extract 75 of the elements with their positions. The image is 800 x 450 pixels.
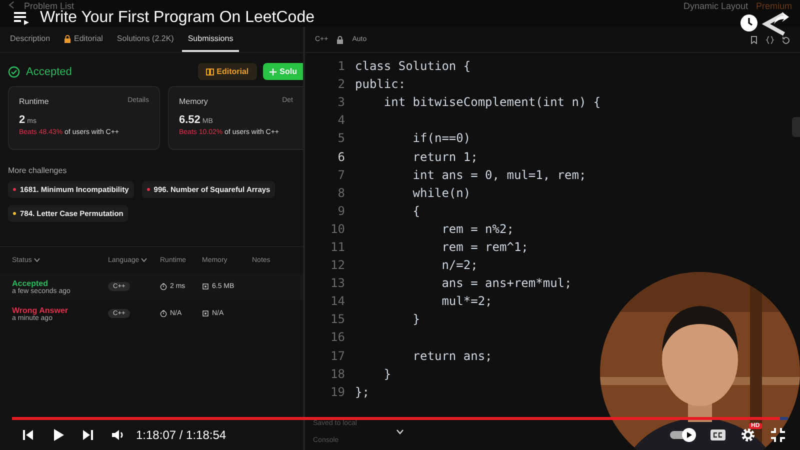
video-time: 1:18:07 / 1:18:54 — [136, 428, 226, 442]
next-icon[interactable] — [80, 427, 96, 443]
previous-icon[interactable] — [20, 427, 36, 443]
line-number: 8 — [336, 186, 345, 200]
line-number: 3 — [336, 95, 345, 110]
clock-icon[interactable] — [740, 14, 758, 32]
line-number: 19 — [330, 384, 345, 399]
line-number: 5 — [336, 131, 345, 146]
line-number: 17 — [330, 348, 345, 363]
code-line: }; — [355, 384, 370, 399]
code-line: rem = rem^1; — [440, 240, 528, 254]
line-number: 11 — [330, 240, 345, 254]
code-line: mul*=2; — [440, 294, 492, 308]
chip-icon — [202, 283, 209, 290]
line-number: 12 — [330, 258, 345, 272]
code-line: { — [412, 204, 420, 218]
line-number: 4 — [336, 113, 345, 128]
code-line: int ans = 0, mul=1, rem; — [412, 168, 586, 182]
panel-handle[interactable] — [792, 117, 800, 137]
submission-status[interactable]: Accepted — [12, 278, 108, 288]
line-number: 15 — [330, 312, 345, 326]
subtitles-icon[interactable] — [710, 429, 726, 441]
code-line: } — [382, 366, 392, 381]
line-number: 7 — [336, 168, 345, 182]
code-line: while(n) — [412, 186, 471, 200]
line-number: 1 — [336, 59, 345, 74]
problem-list-link[interactable]: Problem List — [24, 1, 74, 11]
braces-icon[interactable] — [766, 36, 774, 44]
code-line: if(n==0) — [412, 131, 471, 146]
section-title: More challenges — [8, 166, 68, 175]
stat-title: Runtime — [19, 97, 49, 106]
tab[interactable]: Solutions (2.2K) — [110, 27, 180, 52]
line-number: 13 — [330, 276, 345, 290]
line-number: 6 — [336, 150, 345, 164]
code-line: ans = ans+rem*mul; — [440, 276, 572, 290]
line-number: 16 — [330, 330, 345, 344]
tab[interactable]: Editorial — [58, 27, 109, 52]
tab[interactable]: Submissions — [182, 27, 240, 52]
line-number: 9 — [336, 204, 345, 218]
caret-icon[interactable] — [141, 258, 148, 262]
timer-icon — [160, 310, 167, 317]
submission-status[interactable]: Wrong Answer — [12, 306, 108, 314]
back-icon[interactable] — [8, 1, 16, 9]
reset-icon[interactable] — [782, 36, 790, 44]
caret-icon[interactable] — [34, 258, 40, 262]
tab[interactable]: Description — [4, 27, 56, 52]
settings-icon[interactable] — [740, 427, 756, 443]
bookmark-icon[interactable] — [750, 36, 758, 44]
editorial-button[interactable]: Editorial — [198, 63, 257, 80]
playlist-icon[interactable] — [14, 11, 30, 25]
line-number: 2 — [336, 77, 345, 92]
code-line: public: — [355, 77, 406, 92]
chip-icon — [202, 310, 209, 317]
exit-fullscreen-icon[interactable] — [770, 427, 786, 443]
video-title[interactable]: Write Your First Program On LeetCode — [40, 10, 314, 26]
line-number: 18 — [330, 366, 345, 381]
book-icon — [206, 68, 214, 76]
line-number: 14 — [330, 294, 345, 308]
code-line: n/=2; — [440, 258, 478, 272]
code-line: return 1; — [412, 150, 478, 164]
line-number: 10 — [330, 222, 345, 236]
timer-icon — [160, 283, 167, 290]
code-line: rem = n%2; — [440, 222, 514, 236]
chevron-icon[interactable] — [396, 429, 404, 435]
result-status: Accepted — [26, 66, 73, 78]
stat-title: Memory — [179, 97, 208, 106]
check-circle-icon — [8, 66, 20, 78]
code-line: return ans; — [412, 348, 492, 363]
layout-button[interactable]: Dynamic Layout — [683, 1, 748, 11]
code-line: int bitwiseComplement(int n) { — [382, 95, 601, 110]
plus-icon — [268, 68, 277, 76]
autoplay-toggle[interactable] — [670, 428, 696, 442]
code-line: class Solution { — [355, 59, 471, 74]
code-line: } — [412, 312, 420, 326]
lock-icon — [336, 36, 344, 44]
